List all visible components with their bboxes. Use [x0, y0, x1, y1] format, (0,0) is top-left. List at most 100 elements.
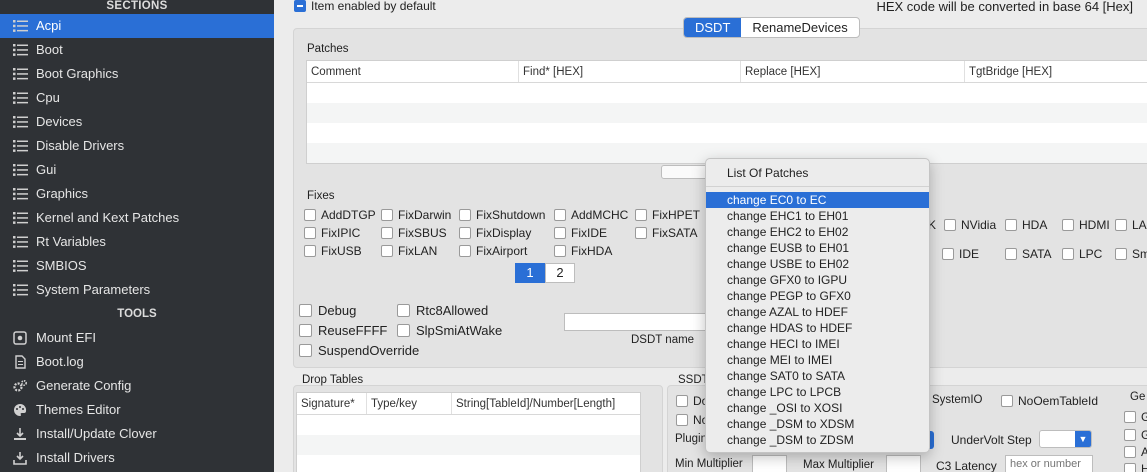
col-replace[interactable]: Replace [HEX]: [741, 61, 965, 82]
fixes-page-1[interactable]: 1: [515, 263, 545, 283]
fix-checkbox-lpc[interactable]: LPC: [1062, 247, 1102, 261]
fix-checkbox-sm[interactable]: Sm: [1115, 247, 1147, 261]
sidebar-item-gui[interactable]: Gui: [0, 158, 274, 182]
sidebar-item-system-parameters[interactable]: System Parameters: [0, 278, 274, 302]
reuseffff-checkbox[interactable]: ReuseFFFF: [299, 323, 387, 338]
fix-checkbox-sata[interactable]: SATA: [1005, 247, 1052, 261]
checkbox[interactable]: [304, 245, 316, 257]
fix-checkbox-fixlan[interactable]: FixLAN: [381, 244, 437, 258]
fix-checkbox-fixide[interactable]: FixIDE: [554, 226, 607, 240]
sidebar-item-graphics[interactable]: Graphics: [0, 182, 274, 206]
popup-item-change-ehc1-to-eh01[interactable]: change EHC1 to EH01: [706, 208, 929, 224]
checkbox[interactable]: [1005, 248, 1017, 260]
tool-item-install-update-clover[interactable]: Install/Update Clover: [0, 422, 274, 446]
popup-item-change-pegp-to-gfx0[interactable]: change PEGP to GFX0: [706, 288, 929, 304]
sidebar-item-acpi[interactable]: Acpi: [0, 14, 274, 38]
tool-item-mount-efi[interactable]: Mount EFI: [0, 326, 274, 350]
fix-checkbox-nvidia[interactable]: NVidia: [944, 218, 996, 232]
popup-item-change-heci-to-imei[interactable]: change HECI to IMEI: [706, 336, 929, 352]
popup-item-change-gfx0-to-igpu[interactable]: change GFX0 to IGPU: [706, 272, 929, 288]
item-enabled-checkbox[interactable]: Item enabled by default: [294, 0, 436, 13]
sidebar-item-devices[interactable]: Devices: [0, 110, 274, 134]
sidebar-item-disable-drivers[interactable]: Disable Drivers: [0, 134, 274, 158]
fix-checkbox-fixdarwin[interactable]: FixDarwin: [381, 208, 451, 222]
list-of-patches-popup[interactable]: List Of Patches change EC0 to EC change E…: [705, 158, 930, 453]
tab-rename-devices[interactable]: RenameDevices: [741, 18, 858, 37]
sidebar-item-kernel-and-kext-patches[interactable]: Kernel and Kext Patches: [0, 206, 274, 230]
gen-checkbox-4[interactable]: H: [1124, 462, 1147, 472]
tool-item-themes-editor[interactable]: Themes Editor: [0, 398, 274, 422]
popup-item-change-azal-to-hdef[interactable]: change AZAL to HDEF: [706, 304, 929, 320]
fix-checkbox-addmchc[interactable]: AddMCHC: [554, 208, 628, 222]
popup-item-change-osi-to-xosi[interactable]: change _OSI to XOSI: [706, 400, 929, 416]
popup-item-change-dsm-to-zdsm[interactable]: change _DSM to ZDSM: [706, 432, 929, 448]
drop-tables-table[interactable]: Signature* Type/key String[TableId]/Numb…: [296, 392, 641, 472]
dsdt-name-input[interactable]: [564, 313, 709, 331]
fix-checkbox-la[interactable]: LA: [1115, 218, 1147, 232]
gen-checkbox-1[interactable]: G: [1124, 410, 1147, 424]
checkbox[interactable]: [1005, 219, 1017, 231]
max-multiplier-input[interactable]: [886, 455, 921, 472]
fix-checkbox-fixhpet[interactable]: FixHPET: [635, 208, 700, 222]
fix-checkbox-ide[interactable]: IDE: [942, 247, 979, 261]
gen-checkbox-3[interactable]: A: [1124, 445, 1147, 459]
suspendoverride-checkbox[interactable]: SuspendOverride: [299, 343, 419, 358]
col-tgtbridge[interactable]: TgtBridge [HEX]: [965, 61, 1147, 82]
checkbox[interactable]: [554, 245, 566, 257]
popup-item-change-eusb-to-eh01[interactable]: change EUSB to EH01: [706, 240, 929, 256]
checkbox[interactable]: [1062, 248, 1074, 260]
checkbox[interactable]: [304, 227, 316, 239]
c3-latency-input[interactable]: [1005, 455, 1093, 472]
popup-item-change-ehc2-to-eh02[interactable]: change EHC2 to EH02: [706, 224, 929, 240]
ssdt-no-checkbox[interactable]: No: [676, 413, 708, 427]
fix-checkbox-fixsata[interactable]: FixSATA: [635, 226, 698, 240]
checkbox[interactable]: [459, 209, 471, 221]
checkbox-checked[interactable]: [294, 0, 306, 12]
fix-checkbox-adddtgp[interactable]: AddDTGP: [304, 208, 376, 222]
col-signature[interactable]: Signature*: [297, 393, 367, 414]
slpsmiatwake-checkbox[interactable]: SlpSmiAtWake: [397, 323, 502, 338]
fix-checkbox-fixsbus[interactable]: FixSBUS: [381, 226, 447, 240]
undervolt-select[interactable]: ▼: [1039, 430, 1092, 448]
fix-checkbox-fixipic[interactable]: FixIPIC: [304, 226, 360, 240]
min-multiplier-input[interactable]: [752, 455, 787, 472]
patches-table[interactable]: Comment Find* [HEX] Replace [HEX] TgtBri…: [306, 60, 1147, 164]
ssdt-do-checkbox[interactable]: Do: [676, 394, 708, 408]
tool-item-boot-log[interactable]: Boot.log: [0, 350, 274, 374]
col-string[interactable]: String[TableId]/Number[Length]: [452, 393, 640, 414]
fixes-page-2[interactable]: 2: [545, 263, 575, 283]
sidebar-item-rt-variables[interactable]: Rt Variables: [0, 230, 274, 254]
checkbox[interactable]: [381, 209, 393, 221]
checkbox[interactable]: [381, 245, 393, 257]
checkbox[interactable]: [635, 209, 647, 221]
nooemtableid-checkbox[interactable]: NoOemTableId: [1001, 394, 1098, 408]
col-find[interactable]: Find* [HEX]: [519, 61, 741, 82]
checkbox[interactable]: [304, 209, 316, 221]
col-comment[interactable]: Comment: [307, 61, 519, 82]
popup-item-change-dsm-to-xdsm[interactable]: change _DSM to XDSM: [706, 416, 929, 432]
col-typekey[interactable]: Type/key: [367, 393, 452, 414]
sidebar-item-boot[interactable]: Boot: [0, 38, 274, 62]
checkbox[interactable]: [459, 227, 471, 239]
checkbox[interactable]: [1062, 219, 1074, 231]
checkbox[interactable]: [1115, 219, 1127, 231]
gen-checkbox-2[interactable]: G: [1124, 428, 1147, 442]
fix-checkbox-hdmi[interactable]: HDMI: [1062, 218, 1110, 232]
fix-checkbox-hda[interactable]: HDA: [1005, 218, 1047, 232]
popup-item-change-lpc-to-lpcb[interactable]: change LPC to LPCB: [706, 384, 929, 400]
popup-item-change-hdas-to-hdef[interactable]: change HDAS to HDEF: [706, 320, 929, 336]
popup-item-change-ec0-to-ec[interactable]: change EC0 to EC: [706, 192, 929, 208]
checkbox[interactable]: [944, 219, 956, 231]
fix-checkbox-fixdisplay[interactable]: FixDisplay: [459, 226, 531, 240]
sidebar-item-smbios[interactable]: SMBIOS: [0, 254, 274, 278]
sidebar-item-cpu[interactable]: Cpu: [0, 86, 274, 110]
checkbox[interactable]: [1115, 248, 1127, 260]
popup-item-change-usbe-to-eh02[interactable]: change USBE to EH02: [706, 256, 929, 272]
tab-dsdt[interactable]: DSDT: [684, 18, 742, 37]
popup-item-change-mei-to-imei[interactable]: change MEI to IMEI: [706, 352, 929, 368]
checkbox[interactable]: [459, 245, 471, 257]
fix-checkbox-fixairport[interactable]: FixAirport: [459, 244, 527, 258]
tool-item-generate-config[interactable]: Generate Config: [0, 374, 274, 398]
fix-checkbox-fixusb[interactable]: FixUSB: [304, 244, 362, 258]
fix-checkbox-fixhda[interactable]: FixHDA: [554, 244, 612, 258]
